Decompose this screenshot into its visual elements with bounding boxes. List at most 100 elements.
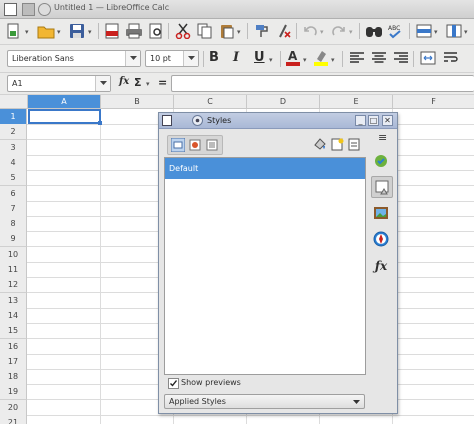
- show-previews-checkbox[interactable]: [168, 378, 179, 389]
- row-header-14[interactable]: 14: [0, 307, 27, 324]
- align-right-icon[interactable]: [391, 48, 411, 68]
- font-name-dropdown-icon[interactable]: [125, 51, 140, 66]
- panel-menu-icon[interactable]: [192, 115, 203, 126]
- navigator-deck-icon[interactable]: [371, 229, 391, 249]
- wrap-text-icon[interactable]: [441, 48, 461, 68]
- cut-icon[interactable]: [173, 21, 193, 41]
- row-header-5[interactable]: 5: [0, 170, 27, 187]
- new-document-icon[interactable]: [4, 21, 24, 41]
- select-all-corner[interactable]: [0, 95, 28, 109]
- redo-icon[interactable]: [329, 21, 349, 41]
- row-header-8[interactable]: 8: [0, 216, 27, 233]
- highlight-dropdown-icon[interactable]: ▾: [331, 56, 335, 64]
- list-styles-icon[interactable]: [205, 138, 219, 152]
- row-header-1[interactable]: 1: [0, 109, 27, 125]
- row-dropdown-icon[interactable]: ▾: [434, 28, 438, 36]
- panel-minimize-button[interactable]: _: [355, 115, 366, 126]
- save-dropdown-icon[interactable]: ▾: [88, 28, 92, 36]
- column-header-d[interactable]: D: [247, 95, 320, 109]
- bold-button[interactable]: B: [209, 50, 219, 65]
- row-header-18[interactable]: 18: [0, 369, 27, 386]
- paste-dropdown-icon[interactable]: ▾: [237, 28, 241, 36]
- row-header-21[interactable]: 21: [0, 415, 27, 424]
- row-header-17[interactable]: 17: [0, 353, 27, 370]
- name-box-dropdown-icon[interactable]: [95, 76, 110, 91]
- save-icon[interactable]: [67, 21, 87, 41]
- redo-dropdown-icon[interactable]: ▾: [349, 28, 353, 36]
- style-item-default[interactable]: Default: [165, 158, 365, 179]
- formula-button[interactable]: =: [158, 76, 167, 89]
- fill-format-mode-icon[interactable]: [313, 137, 327, 151]
- minimize-window-icon[interactable]: [22, 3, 35, 16]
- highlight-color-icon[interactable]: [311, 48, 331, 68]
- selected-cell-a1[interactable]: [28, 109, 101, 124]
- align-left-icon[interactable]: [347, 48, 367, 68]
- export-pdf-icon[interactable]: [102, 21, 122, 41]
- font-color-icon[interactable]: A: [283, 48, 303, 68]
- spelling-icon[interactable]: ABC: [386, 21, 406, 41]
- row-header-15[interactable]: 15: [0, 323, 27, 340]
- row-header-12[interactable]: 12: [0, 277, 27, 294]
- paste-icon[interactable]: [217, 21, 237, 41]
- open-folder-icon[interactable]: [36, 21, 56, 41]
- undo-dropdown-icon[interactable]: ▾: [320, 28, 324, 36]
- close-window-icon[interactable]: [38, 3, 51, 16]
- font-size-combo[interactable]: 10 pt: [145, 50, 199, 67]
- row-header-20[interactable]: 20: [0, 399, 27, 416]
- italic-button[interactable]: I: [233, 50, 239, 65]
- formula-input[interactable]: [171, 75, 474, 92]
- styles-deck-icon[interactable]: [371, 176, 393, 198]
- open-dropdown-icon[interactable]: ▾: [57, 28, 61, 36]
- row-header-3[interactable]: 3: [0, 139, 27, 156]
- row-header-13[interactable]: 13: [0, 292, 27, 309]
- panel-close-button[interactable]: ✕: [382, 115, 393, 126]
- merge-center-icon[interactable]: [418, 48, 438, 68]
- font-name-combo[interactable]: Liberation Sans: [7, 50, 141, 67]
- sidebar-menu-icon[interactable]: ≡: [378, 131, 387, 144]
- row-header-9[interactable]: 9: [0, 231, 27, 248]
- row-header-4[interactable]: 4: [0, 154, 27, 171]
- align-center-icon[interactable]: [369, 48, 389, 68]
- new-style-from-selection-icon[interactable]: [330, 137, 344, 151]
- print-preview-icon[interactable]: [146, 21, 166, 41]
- style-filter-dropdown[interactable]: Applied Styles: [164, 394, 365, 409]
- copy-icon[interactable]: [195, 21, 215, 41]
- clone-formatting-icon[interactable]: [252, 21, 272, 41]
- row-header-10[interactable]: 10: [0, 246, 27, 263]
- update-style-icon[interactable]: [347, 137, 361, 151]
- print-icon[interactable]: [124, 21, 144, 41]
- clear-formatting-icon[interactable]: [274, 21, 294, 41]
- functions-deck-icon[interactable]: ƒx: [371, 256, 391, 276]
- row-header-16[interactable]: 16: [0, 338, 27, 355]
- panel-maximize-button[interactable]: □: [368, 115, 379, 126]
- font-color-dropdown-icon[interactable]: ▾: [303, 56, 307, 64]
- column-header-a[interactable]: A: [28, 95, 101, 109]
- column-dropdown-icon[interactable]: ▾: [464, 28, 468, 36]
- row-insert-icon[interactable]: [414, 21, 434, 41]
- row-header-7[interactable]: 7: [0, 200, 27, 217]
- column-insert-icon[interactable]: [444, 21, 464, 41]
- sum-button[interactable]: Σ: [134, 76, 142, 89]
- column-header-f[interactable]: F: [393, 95, 474, 109]
- column-header-c[interactable]: C: [174, 95, 247, 109]
- gallery-deck-icon[interactable]: [371, 203, 391, 223]
- function-wizard-button[interactable]: fx: [119, 76, 129, 87]
- properties-deck-icon[interactable]: [371, 151, 391, 171]
- row-header-19[interactable]: 19: [0, 384, 27, 401]
- page-styles-icon[interactable]: [188, 138, 202, 152]
- column-header-b[interactable]: B: [101, 95, 174, 109]
- cell-styles-icon[interactable]: [171, 138, 185, 152]
- column-header-e[interactable]: E: [320, 95, 393, 109]
- new-dropdown-icon[interactable]: ▾: [25, 28, 29, 36]
- name-box[interactable]: A1: [7, 75, 111, 92]
- find-replace-icon[interactable]: [364, 21, 384, 41]
- underline-button[interactable]: U: [254, 50, 265, 65]
- autofill-handle[interactable]: [98, 121, 102, 125]
- underline-dropdown-icon[interactable]: ▾: [269, 56, 273, 64]
- app-menu-icon[interactable]: [4, 3, 17, 16]
- row-header-6[interactable]: 6: [0, 185, 27, 202]
- row-header-11[interactable]: 11: [0, 262, 27, 278]
- font-size-dropdown-icon[interactable]: [183, 51, 198, 66]
- sum-dropdown-icon[interactable]: ▾: [146, 80, 150, 88]
- row-header-2[interactable]: 2: [0, 124, 27, 141]
